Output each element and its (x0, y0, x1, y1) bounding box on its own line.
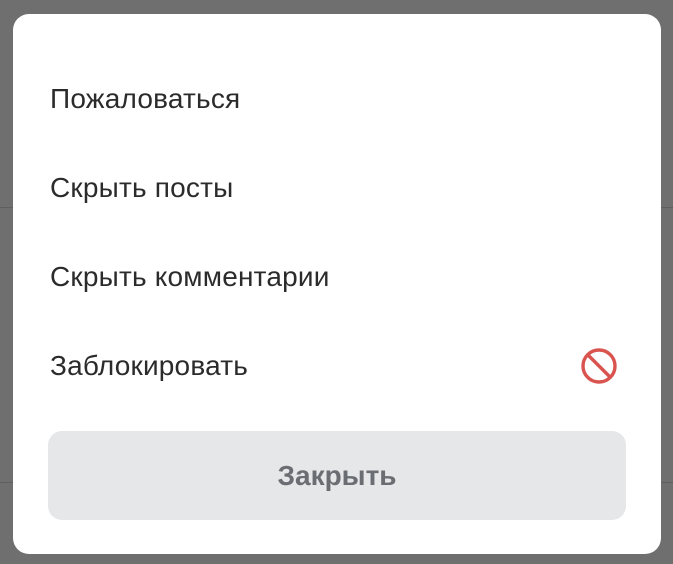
menu-item-label: Скрыть комментарии (50, 260, 330, 292)
menu-item-label: Заблокировать (50, 349, 249, 381)
actions-sheet: Пожаловаться Скрыть посты Скрыть коммент… (13, 14, 661, 554)
menu-item-label: Скрыть посты (50, 171, 234, 203)
actions-menu: Пожаловаться Скрыть посты Скрыть коммент… (13, 54, 661, 410)
menu-item-report[interactable]: Пожаловаться (13, 54, 661, 143)
menu-item-hide-posts[interactable]: Скрыть посты (13, 143, 661, 232)
menu-item-label: Пожаловаться (50, 82, 241, 114)
menu-item-hide-comments[interactable]: Скрыть комментарии (13, 232, 661, 321)
close-button[interactable]: Закрыть (48, 431, 626, 520)
block-icon (581, 347, 617, 384)
menu-item-block[interactable]: Заблокировать (13, 321, 661, 410)
